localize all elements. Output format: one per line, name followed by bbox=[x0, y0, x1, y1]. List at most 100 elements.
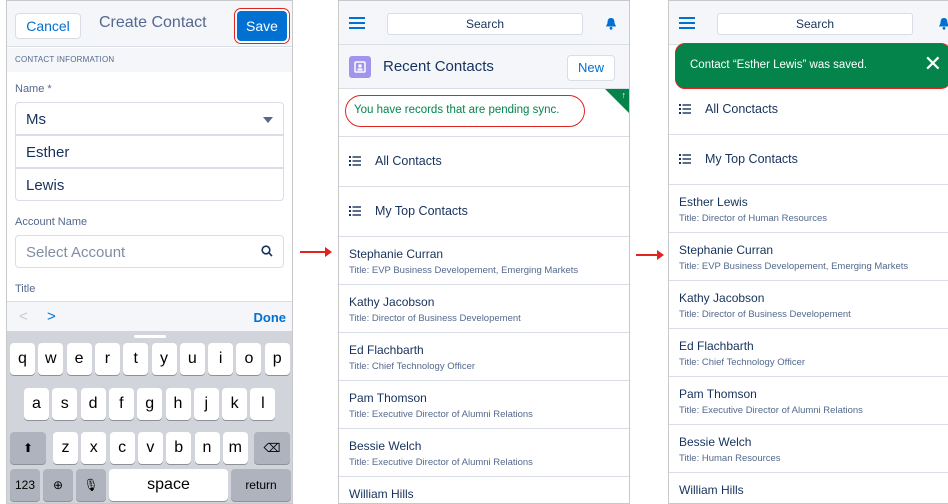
key-c[interactable]: c bbox=[109, 432, 135, 464]
list-icon bbox=[349, 206, 361, 216]
contact-list-item[interactable]: Esther Lewis Title: Director of Human Res… bbox=[669, 185, 948, 233]
key-i[interactable]: i bbox=[208, 343, 234, 375]
recent-contacts-screen: Search Recent Contacts New You have reco… bbox=[338, 0, 630, 504]
key-r[interactable]: r bbox=[94, 343, 120, 375]
list-view-label: All Conctacts bbox=[705, 102, 778, 116]
menu-icon[interactable] bbox=[679, 17, 695, 29]
close-icon[interactable]: ✕ bbox=[924, 51, 942, 77]
contact-name: Bessie Welch bbox=[679, 435, 752, 449]
contact-list-item[interactable]: William Hills bbox=[669, 473, 948, 503]
keyboard-toolbar: < > Done bbox=[7, 301, 292, 331]
key-n[interactable]: n bbox=[194, 432, 220, 464]
key-j[interactable]: j bbox=[193, 388, 219, 420]
contact-list-item[interactable]: Kathy Jacobson Title: Director of Busines… bbox=[339, 285, 629, 333]
chevron-down-icon bbox=[263, 117, 273, 123]
backspace-key[interactable]: ⌫ bbox=[254, 432, 290, 464]
upload-arrow-icon: ↑ bbox=[621, 90, 627, 100]
search-icon bbox=[261, 245, 273, 257]
contact-name: Ed Flachbarth bbox=[349, 343, 424, 357]
key-l[interactable]: l bbox=[250, 388, 276, 420]
section-header: CONTACT INFORMATION bbox=[7, 48, 292, 72]
new-button[interactable]: New bbox=[567, 55, 615, 81]
last-name-field[interactable]: Lewis bbox=[15, 168, 284, 201]
contact-name: Ed Flachbarth bbox=[679, 339, 754, 353]
numbers-key[interactable]: 123 bbox=[10, 469, 40, 501]
return-key[interactable]: return bbox=[231, 469, 291, 501]
contact-list-item[interactable]: William Hills bbox=[339, 477, 629, 503]
contact-name: William Hills bbox=[679, 483, 744, 497]
shift-key[interactable]: ⬆ bbox=[10, 432, 46, 464]
key-e[interactable]: e bbox=[66, 343, 92, 375]
contact-name: Pam Thomson bbox=[679, 387, 757, 401]
key-s[interactable]: s bbox=[52, 388, 78, 420]
menu-icon[interactable] bbox=[349, 17, 365, 29]
list-view-all-contacts[interactable]: All Conctacts bbox=[669, 85, 948, 135]
save-button[interactable]: Save bbox=[237, 11, 287, 41]
search-bar[interactable]: Search bbox=[387, 13, 583, 35]
contact-title: Title: Director of Human Resources bbox=[679, 213, 828, 224]
contact-title: Title: Executive Director of Alumni Rela… bbox=[679, 405, 863, 416]
contact-list-item[interactable]: Pam Thomson Title: Executive Director of … bbox=[669, 377, 948, 425]
key-w[interactable]: w bbox=[38, 343, 64, 375]
contact-list-item[interactable]: Bessie Welch Title: Human Resources bbox=[669, 425, 948, 473]
flow-arrow bbox=[300, 247, 332, 257]
contact-list-item[interactable]: Stephanie Curran Title: EVP Business Deve… bbox=[339, 237, 629, 285]
done-button[interactable]: Done bbox=[254, 310, 287, 325]
cancel-button[interactable]: Cancel bbox=[15, 13, 81, 39]
key-k[interactable]: k bbox=[222, 388, 248, 420]
key-z[interactable]: z bbox=[53, 432, 78, 464]
key-y[interactable]: y bbox=[151, 343, 177, 375]
key-a[interactable]: a bbox=[24, 388, 49, 420]
list-icon bbox=[349, 156, 361, 166]
key-o[interactable]: o bbox=[236, 343, 262, 375]
contact-name: William Hills bbox=[349, 487, 414, 501]
contact-list-item[interactable]: Bessie Welch Title: Executive Director of… bbox=[339, 429, 629, 477]
microphone-key[interactable]: 🎙 bbox=[76, 469, 106, 501]
list-view-my-top-contacts[interactable]: My Top Contacts bbox=[669, 135, 948, 185]
globe-key[interactable]: ⊕ bbox=[43, 469, 73, 501]
list-view-my-top-contacts[interactable]: My Top Contacts bbox=[339, 187, 629, 237]
key-h[interactable]: h bbox=[165, 388, 191, 420]
account-name-label: Account Name bbox=[15, 216, 88, 228]
next-field-button[interactable]: > bbox=[47, 308, 56, 325]
search-bar[interactable]: Search bbox=[717, 13, 913, 35]
key-m[interactable]: m bbox=[222, 432, 248, 464]
key-v[interactable]: v bbox=[137, 432, 163, 464]
key-g[interactable]: g bbox=[137, 388, 163, 420]
object-title: Recent Contacts bbox=[383, 58, 494, 75]
bell-icon[interactable] bbox=[938, 17, 948, 30]
contact-list-item[interactable]: Ed Flachbarth Title: Chief Technology Off… bbox=[669, 329, 948, 377]
space-key[interactable]: space bbox=[109, 469, 228, 501]
contact-list-item[interactable]: Stephanie Curran Title: EVP Business Deve… bbox=[669, 233, 948, 281]
first-name-value: Esther bbox=[26, 144, 70, 161]
toast-message: Contact “Esther Lewis” was saved. bbox=[690, 59, 868, 71]
key-b[interactable]: b bbox=[166, 432, 192, 464]
key-t[interactable]: t bbox=[123, 343, 149, 375]
salutation-select[interactable]: Ms bbox=[15, 102, 284, 135]
pending-sync-banner: You have records that are pending sync. … bbox=[339, 89, 629, 137]
contact-title: Title: Human Resources bbox=[679, 453, 781, 464]
list-view-all-contacts[interactable]: All Contacts bbox=[339, 137, 629, 187]
previous-field-button[interactable]: < bbox=[19, 308, 28, 325]
list-icon bbox=[679, 154, 691, 164]
keyboard: q w e r t y u i o p a s d f g h j k l ⬆ z x c v b n m ⌫ 123 ⊕ 🎙 space re… bbox=[7, 331, 292, 503]
contact-list-item[interactable]: Kathy Jacobson Title: Director of Busines… bbox=[669, 281, 948, 329]
key-f[interactable]: f bbox=[108, 388, 134, 420]
contact-name: Stephanie Curran bbox=[679, 243, 774, 257]
contact-list-item[interactable]: Pam Thomson Title: Executive Director of … bbox=[339, 381, 629, 429]
account-lookup-field[interactable]: Select Account bbox=[15, 235, 284, 268]
contact-name: Bessie Welch bbox=[349, 439, 422, 453]
contact-list-item[interactable]: Ed Flachbarth Title: Chief Technology Off… bbox=[339, 333, 629, 381]
key-d[interactable]: d bbox=[80, 388, 106, 420]
first-name-field[interactable]: Esther bbox=[15, 135, 284, 168]
contact-name: Pam Thomson bbox=[349, 391, 427, 405]
key-u[interactable]: u bbox=[179, 343, 205, 375]
contact-name: Esther Lewis bbox=[679, 195, 748, 209]
list-view-label: All Contacts bbox=[375, 154, 442, 168]
key-x[interactable]: x bbox=[81, 432, 107, 464]
bell-icon[interactable] bbox=[605, 17, 617, 30]
key-p[interactable]: p bbox=[264, 343, 290, 375]
contact-name: Kathy Jacobson bbox=[679, 291, 765, 305]
key-q[interactable]: q bbox=[10, 343, 35, 375]
contact-icon bbox=[349, 56, 371, 78]
